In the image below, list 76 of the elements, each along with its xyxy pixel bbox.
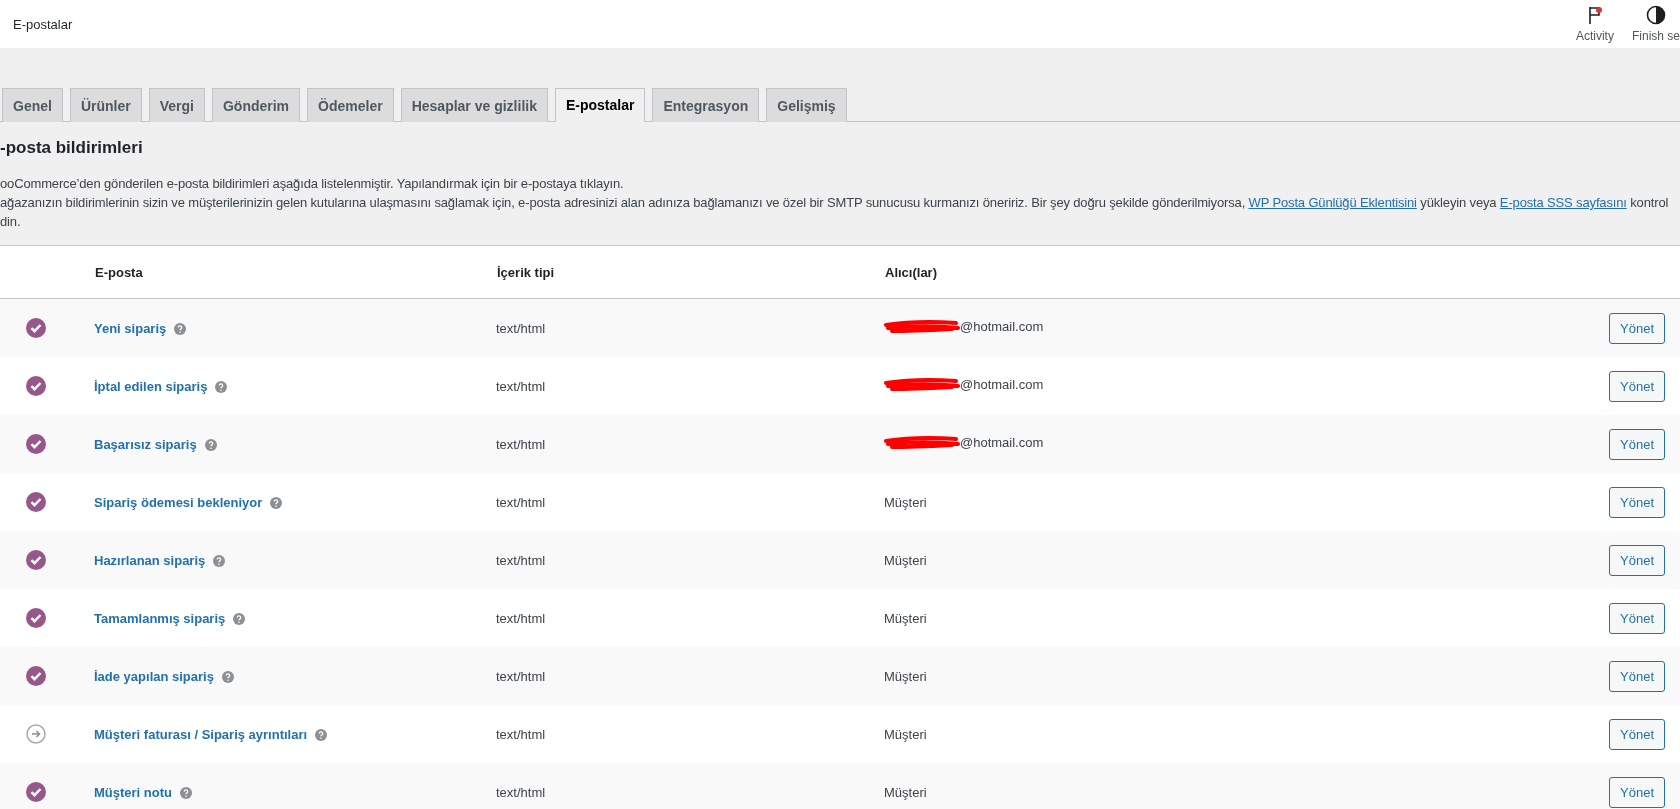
help-icon [180, 787, 192, 800]
column-header: Alıcı(lar) [884, 245, 1435, 299]
manage-button[interactable]: Yönet [1609, 776, 1665, 808]
checkmark-circle-icon [26, 666, 46, 686]
manage-button[interactable]: Yönet [1609, 486, 1665, 518]
checkmark-circle-icon [26, 782, 46, 802]
recipient-text: Müşteri [884, 726, 927, 742]
settings-tab[interactable]: Entegrasyon [652, 88, 760, 122]
recipient-text: @hotmail.com [960, 377, 1044, 392]
settings-tab[interactable]: E-postalar [554, 88, 646, 122]
help-icon [215, 381, 228, 394]
email-name-link[interactable]: Hazırlanan sipariş [94, 552, 206, 568]
manage-button[interactable]: Yönet [1609, 370, 1665, 402]
table-cell: text/html [496, 357, 884, 415]
activity-button[interactable]: Activity [1575, 0, 1614, 48]
email-name-link[interactable]: Başarısız sipariş [94, 436, 197, 452]
smtp-note-end: din. [0, 213, 22, 231]
email-name-link[interactable]: İade yapılan sipariş [94, 668, 214, 684]
settings-tab[interactable]: Gelişmiş [766, 88, 847, 122]
manage-button[interactable]: Yönet [1609, 660, 1665, 692]
help-icon [204, 439, 217, 452]
faq-link[interactable]: E-posta SSS sayfasını [1499, 195, 1627, 210]
email-name-link[interactable]: Müşteri notu [94, 784, 172, 800]
manage-button[interactable]: Yönet [1609, 312, 1665, 344]
manage-button[interactable]: Yönet [1609, 544, 1665, 576]
manage-button[interactable]: Yönet [1609, 718, 1665, 750]
recipient-text: @hotmail.com [960, 435, 1044, 450]
help-icon [270, 497, 283, 510]
table-cell: text/html [496, 589, 884, 647]
recipient-text: @hotmail.com [960, 319, 1044, 334]
log-plugin-link[interactable]: WP Posta Günlüğü Eklentisini [1248, 195, 1417, 210]
column-header: İçerik tipi [496, 245, 884, 299]
checkmark-circle-icon [26, 434, 46, 454]
help-icon [315, 729, 328, 742]
email-name-link[interactable]: İptal edilen sipariş [94, 378, 208, 394]
help-icon [213, 555, 226, 568]
checkmark-circle-icon [26, 608, 46, 628]
column-header: E-posta [94, 245, 496, 299]
email-name-link[interactable]: Müşteri faturası / Sipariş ayrıntıları [94, 726, 308, 742]
settings-tab[interactable]: Gönderim [211, 88, 301, 122]
finish-setup-button[interactable]: Finish se [1631, 0, 1680, 48]
help-icon [221, 671, 234, 684]
recipient-text: Müşteri [884, 784, 927, 800]
manage-button[interactable]: Yönet [1609, 428, 1665, 460]
help-icon [174, 323, 187, 336]
table-cell: text/html [496, 705, 884, 763]
checkmark-circle-icon [26, 550, 46, 570]
half-circle-icon [1646, 5, 1666, 25]
settings-tab[interactable]: Ürünler [69, 88, 142, 122]
smtp-note: ağazanızın bildirimlerinin sizin ve müşterilerinizin gelen kutularına ulaşmasını sağlamak için, e-posta adresinizi alan adınıza bağlamanızı ve özel bir SMTP sunucusu kurmanızı öneririz. Bir şey doğru şekilde gönderilmiyorsa, WP Posta Günlüğü Eklentisini yükleyin veya E-posta SSS sayfasını kontrol [0, 194, 1670, 212]
recipient-text: Müşteri [884, 552, 927, 568]
settings-tab[interactable]: Vergi [148, 88, 205, 122]
intro-text: ooCommerce’den gönderilen e-posta bildirimleri aşağıda listelenmiştir. Yapılandırmak için bir e-postaya tıklayın. [0, 175, 625, 193]
help-icon [233, 613, 246, 626]
settings-tab[interactable]: Ödemeler [307, 88, 394, 122]
recipient-text: Müşteri [884, 668, 927, 684]
manage-button[interactable]: Yönet [1609, 602, 1665, 634]
page-title: E-postalar [13, 16, 73, 32]
table-cell: text/html [496, 647, 884, 705]
email-name-link[interactable]: Tamamlanmış sipariş [94, 610, 226, 626]
settings-tab[interactable]: Genel [2, 88, 63, 122]
table-cell: text/html [496, 473, 884, 531]
checkmark-circle-icon [26, 318, 46, 338]
arrow-circle-icon [26, 724, 46, 744]
table-cell: text/html [496, 763, 884, 809]
checkmark-circle-icon [26, 492, 46, 512]
email-name-link[interactable]: Yeni sipariş [94, 320, 167, 336]
checkmark-circle-icon [26, 376, 46, 396]
recipient-text: Müşteri [884, 610, 927, 626]
table-cell: text/html [496, 298, 884, 357]
recipient-text: Müşteri [884, 494, 927, 510]
settings-tab[interactable]: Hesaplar ve gizlilik [400, 88, 548, 122]
table-cell: text/html [496, 531, 884, 589]
section-heading: -posta bildirimleri [0, 138, 144, 158]
table-cell: text/html [496, 415, 884, 473]
email-name-link[interactable]: Sipariş ödemesi bekleniyor [94, 494, 263, 510]
